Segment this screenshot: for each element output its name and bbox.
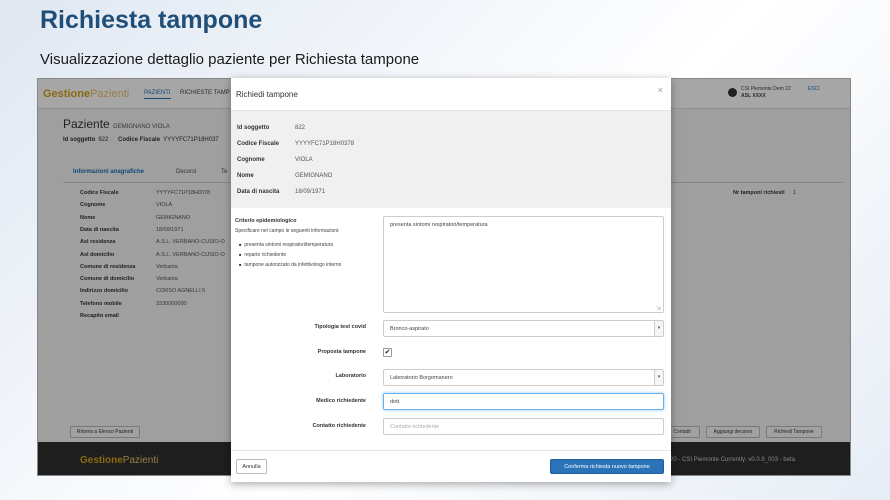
tipologia-select[interactable]: Bronco-aspirato ▾ bbox=[383, 320, 664, 337]
chevron-down-icon: ▾ bbox=[654, 321, 663, 336]
proposta-checkbox[interactable]: ✔ bbox=[383, 348, 392, 357]
medico-input[interactable] bbox=[383, 393, 664, 410]
list-item: tampone autorizzato da infettivologo int… bbox=[239, 260, 341, 270]
contatto-input[interactable] bbox=[383, 418, 664, 435]
contatto-label: Contatto richiedente bbox=[312, 423, 366, 429]
confirm-button[interactable]: Conferma richiesta nuovo tampone bbox=[550, 459, 664, 474]
criterio-textarea[interactable]: presenta sintomi respiratori/temperatura bbox=[383, 216, 664, 313]
medico-label: Medico richiedente bbox=[316, 398, 366, 404]
proposta-label: Proposta tampone bbox=[317, 349, 366, 355]
cancel-button[interactable]: Annulla bbox=[236, 459, 267, 474]
criterio-label: Criterio epidemiologico bbox=[235, 218, 297, 224]
richiedi-tampone-modal: Richiedi tampone × Id soggetto 822 Codice… bbox=[231, 78, 671, 482]
modal-title: Richiedi tampone bbox=[236, 90, 298, 99]
list-item: reparto richiedente bbox=[239, 250, 341, 260]
resize-handle-icon[interactable]: ⇲ bbox=[656, 305, 661, 312]
slide-subtitle: Visualizzazione dettaglio paziente per R… bbox=[40, 51, 420, 68]
slide-title: Richiesta tampone bbox=[40, 6, 263, 34]
criterio-hint: Specificare nel campo le seguenti inform… bbox=[235, 228, 340, 234]
laboratorio-select[interactable]: Laboratorio Borgomanero ▾ bbox=[383, 369, 664, 386]
close-icon[interactable]: × bbox=[658, 85, 663, 95]
modal-footer-divider bbox=[231, 450, 671, 451]
tipologia-label: Tipologia test covid bbox=[314, 324, 366, 330]
criterio-list: presenta sintomi respiratori/temperatura… bbox=[239, 240, 341, 270]
patient-summary: Id soggetto 822 Codice Fiscale YYYYFC71P18… bbox=[231, 111, 671, 208]
chevron-down-icon: ▾ bbox=[654, 370, 663, 385]
laboratorio-label: Laboratorio bbox=[335, 373, 366, 379]
list-item: presenta sintomi respiratori/temperatura bbox=[239, 240, 341, 250]
